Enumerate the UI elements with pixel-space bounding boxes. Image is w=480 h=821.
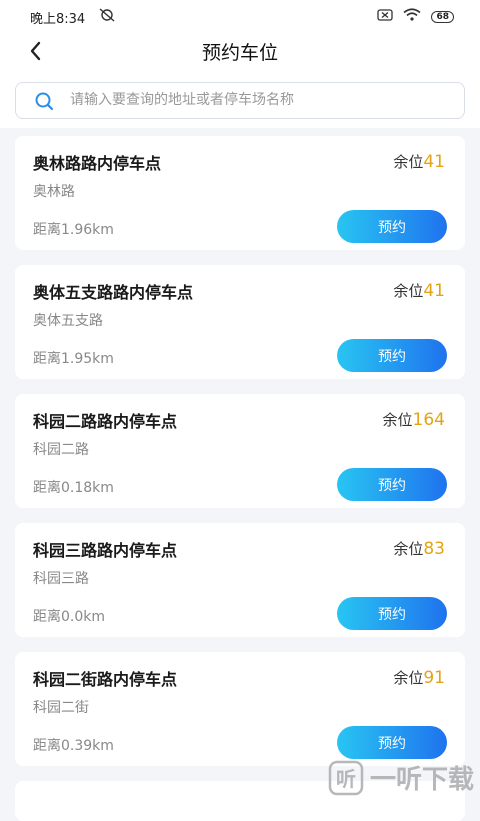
remaining-count: 83: [423, 539, 445, 559]
remaining-count: 41: [423, 152, 445, 172]
parking-lot-card[interactable]: 科园二街路内停车点 余位91 科园二街 距离0.39km 预约: [15, 652, 465, 766]
alarm-off-icon: [98, 7, 116, 27]
lot-address: 科园二路: [33, 442, 89, 458]
lot-distance: 距离0.39km: [33, 738, 114, 754]
remaining-spaces: 余位41: [393, 280, 445, 301]
remaining-spaces: 余位83: [393, 538, 445, 559]
remaining-label: 余位: [393, 669, 424, 687]
parking-lot-card[interactable]: 科园二路路内停车点 余位164 科园二路 距离0.18km 预约: [15, 394, 465, 508]
reserve-button[interactable]: 预约: [337, 339, 447, 372]
search-section: [0, 72, 480, 128]
remaining-spaces: 余位164: [383, 409, 445, 430]
reserve-button[interactable]: 预约: [337, 468, 447, 501]
remaining-label: 余位: [393, 153, 424, 171]
reserve-button[interactable]: 预约: [337, 726, 447, 759]
search-icon: [34, 91, 54, 111]
svg-text:听: 听: [336, 767, 356, 791]
lot-name: 科园二街路内停车点: [33, 670, 178, 689]
status-icons: 68: [377, 8, 454, 25]
parking-lot-card[interactable]: 奥体五支路路内停车点 余位41 奥体五支路 距离1.95km 预约: [15, 265, 465, 379]
watermark: 听 一听下载: [328, 759, 474, 796]
battery-icon: 68: [431, 10, 454, 23]
search-box[interactable]: [15, 82, 465, 119]
lot-address: 科园三路: [33, 571, 89, 587]
page-title: 预约车位: [201, 42, 278, 64]
parking-lot-card[interactable]: 奥林路路内停车点 余位41 奥林路 距离1.96km 预约: [15, 136, 465, 250]
lot-address: 奥体五支路: [33, 313, 103, 329]
status-time: 晚上8:34: [30, 12, 86, 27]
lot-address: 奥林路: [33, 184, 75, 200]
remaining-count: 41: [423, 281, 445, 301]
status-bar: 晚上8:34 68: [0, 0, 480, 32]
remaining-label: 余位: [393, 540, 424, 558]
search-input[interactable]: [70, 89, 450, 111]
lot-distance: 距离0.0km: [33, 609, 106, 625]
lot-name: 科园三路路内停车点: [33, 541, 178, 560]
remaining-label: 余位: [393, 282, 424, 300]
watermark-logo-icon: 听: [328, 760, 364, 796]
remaining-count: 164: [412, 410, 445, 430]
parking-lot-card[interactable]: 科园三路路内停车点 余位83 科园三路 距离0.0km 预约: [15, 523, 465, 637]
remaining-spaces: 余位41: [393, 151, 445, 172]
sim-icon: [377, 8, 394, 25]
nav-bar: 预约车位: [0, 32, 480, 72]
reserve-button[interactable]: 预约: [337, 597, 447, 630]
remaining-count: 91: [423, 668, 445, 688]
lot-address: 科园二街: [33, 700, 89, 716]
lot-distance: 距离1.95km: [33, 351, 114, 367]
watermark-text: 一听下载: [369, 765, 474, 795]
reserve-button[interactable]: 预约: [337, 210, 447, 243]
remaining-spaces: 余位91: [393, 667, 445, 688]
remaining-label: 余位: [382, 411, 413, 429]
lot-name: 奥体五支路路内停车点: [33, 283, 194, 302]
wifi-icon: [403, 8, 421, 25]
lot-name: 奥林路路内停车点: [33, 154, 162, 173]
lot-name: 科园二路路内停车点: [33, 412, 178, 431]
lot-distance: 距离1.96km: [33, 222, 114, 238]
lot-distance: 距离0.18km: [33, 480, 114, 496]
